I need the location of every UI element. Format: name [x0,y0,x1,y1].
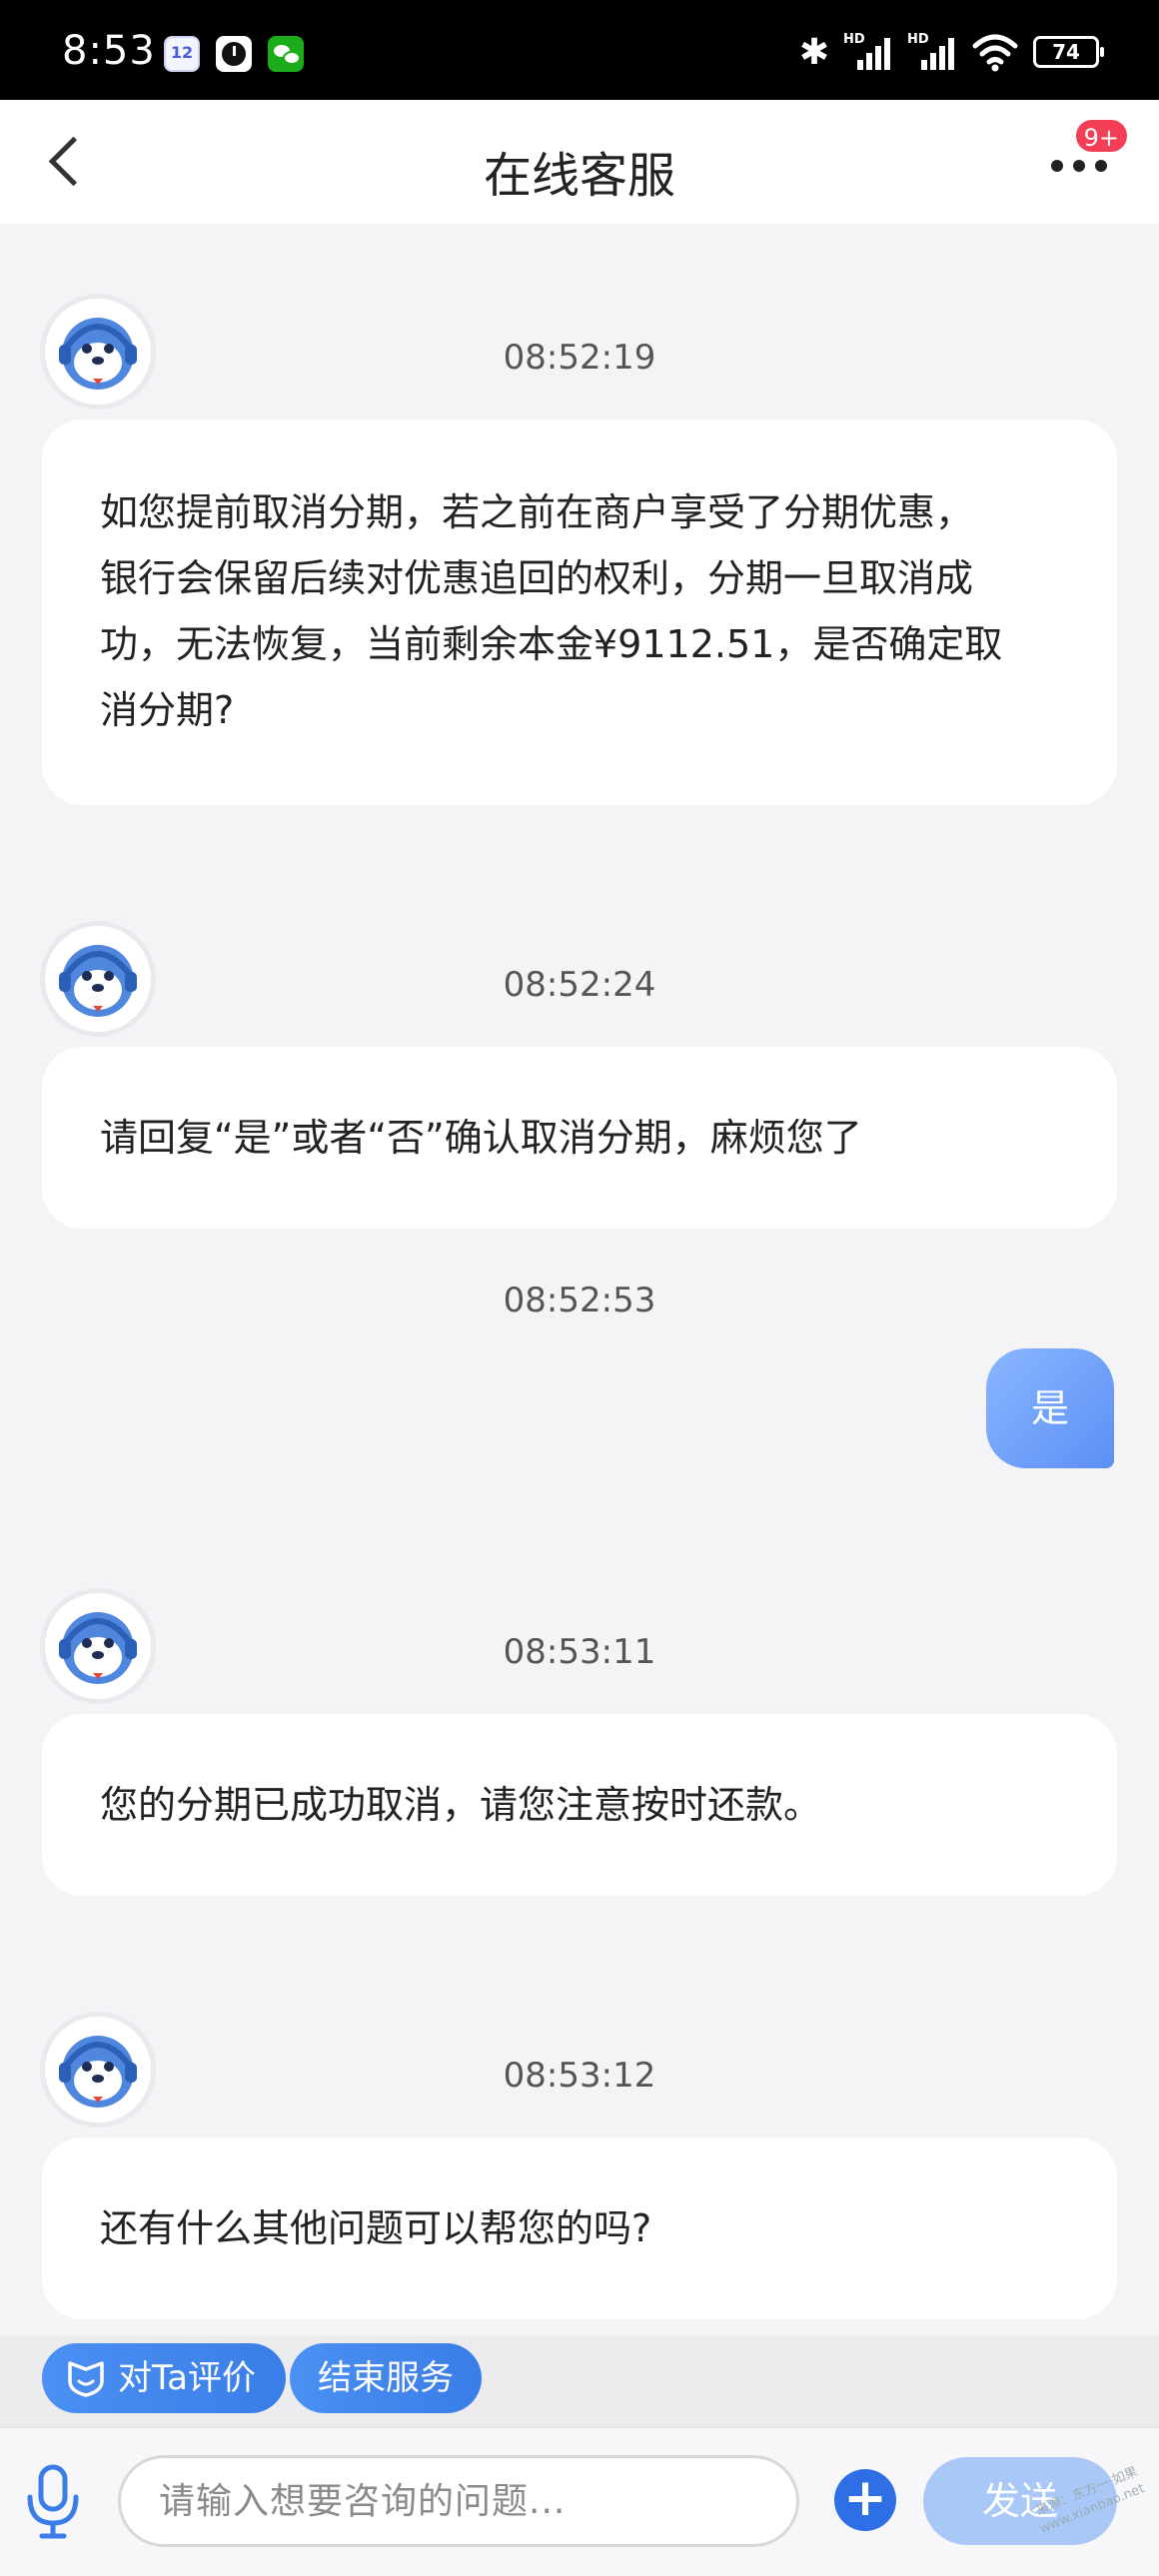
microphone-icon[interactable] [20,2461,86,2541]
status-time: 8:53 [62,28,156,74]
user-message-bubble: 是 [986,1348,1114,1468]
agent-message-bubble: 您的分期已成功取消，请您注意按时还款。 [42,1714,1117,1896]
message-line: 消分期? [100,688,235,732]
agent-message-bubble: 请回复“是”或者“否”确认取消分期，麻烦您了 [42,1047,1117,1229]
rate-agent-button[interactable]: 对Ta评价 [42,2343,286,2413]
nav-header: 在线客服 9+ [0,100,1159,224]
status-icons: ✱ HD HD 74 [798,30,1104,74]
message-input[interactable] [118,2455,799,2547]
message-line: 还有什么其他问题可以帮您的吗? [100,2206,652,2250]
wifi-icon [972,34,1018,72]
rating-shield-icon [68,2361,104,2397]
message-line: 您的分期已成功取消，请您注意按时还款。 [100,1783,822,1827]
cellular-signal-icon-1: HD [843,32,893,72]
message-timestamp: 08:52:53 [503,1281,656,1320]
rate-agent-label: 对Ta评价 [118,2358,256,2398]
cellular-signal-icon-2: HD [907,32,957,72]
agent-message-bubble: 如您提前取消分期，若之前在商户享受了分期优惠， 银行会保留后续对优惠追回的权利，… [42,420,1117,805]
message-timestamp: 08:52:19 [503,338,656,378]
bluetooth-icon: ✱ [798,31,829,73]
more-dots-icon [1051,160,1063,172]
clock-notification-icon [216,36,252,72]
signal-hd-label: HD [843,32,865,47]
message-timestamp: 08:53:12 [503,2056,656,2096]
message-line: 银行会保留后续对优惠追回的权利，分期一旦取消成 [100,556,974,600]
agent-message-bubble: 还有什么其他问题可以帮您的吗? [42,2138,1117,2319]
plus-icon[interactable]: + [834,2469,896,2531]
unread-badge: 9+ [1073,118,1129,154]
calendar-notification-icon: 12 [164,36,200,72]
status-bar: 8:53 12 ✱ HD HD 74 [0,0,1159,100]
battery-icon: 74 [1033,36,1104,68]
message-line: 请回复“是”或者“否”确认取消分期，麻烦您了 [100,1116,862,1160]
message-timestamp: 08:53:11 [503,1632,656,1672]
message-line: 功，无法恢复，当前剩余本金¥9112.51，是否确定取 [100,622,1003,666]
signal-hd-label: HD [907,32,929,47]
page-title: 在线客服 [483,148,675,204]
message-timestamp: 08:52:24 [503,965,656,1005]
wechat-notification-icon [268,36,304,72]
message-line: 如您提前取消分期，若之前在商户享受了分期优惠， [100,490,974,534]
end-service-button[interactable]: 结束服务 [290,2343,482,2413]
